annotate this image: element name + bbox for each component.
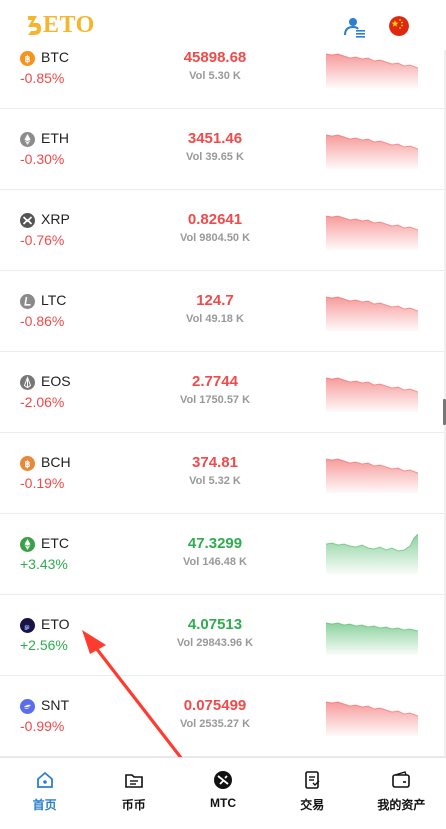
coin-price: 0.82641 [187,211,243,228]
coin-change: -0.19% [20,475,65,491]
coin-price: 0.075499 [183,697,247,714]
bitcoin-icon: ฿ [20,51,35,66]
bitcoin-cash-icon: ฿ [20,456,35,471]
coin-symbol: BTC [41,49,69,65]
coin-volume: Vol 1750.57 K [179,394,251,406]
sparkline-chart [325,370,419,412]
coin-price: 374.81 [192,454,238,471]
market-row-eto[interactable]: ௐ ETO +2.56% 4.07513 Vol 29843.96 K [0,595,446,676]
market-row-xrp[interactable]: XRP -0.76% 0.82641 Vol 9804.50 K [0,190,446,271]
sparkline-chart [325,208,419,250]
coin-volume: Vol 2535.27 K [179,718,251,730]
wallet-icon [391,770,411,790]
nav-item-home[interactable]: 首页 [0,758,89,829]
coin-volume: Vol 5.30 K [189,70,241,82]
coin-symbol: ETH [41,130,69,146]
bottom-nav: 首页 币币 MTC 交易 我的资产 [0,757,446,829]
market-row-etc[interactable]: ETC +3.43% 47.3299 Vol 146.48 K [0,514,446,595]
coin-symbol: EOS [41,373,71,389]
eto-logo[interactable]: ETO [26,9,95,41]
market-row-ltc[interactable]: LTC -0.86% 124.7 Vol 49.18 K [0,271,446,352]
nav-label: MTC [210,796,236,810]
coin-change: -0.30% [20,151,65,167]
coin-symbol: BCH [41,454,71,470]
app-frame: ฿ BTC -0.85% 45898.68 Vol 5.30 K ETH -0.30% 345… [0,0,446,829]
svg-text:ௐ: ௐ [25,624,31,631]
sparkline-chart [325,46,419,88]
ethereum-icon [20,132,35,147]
folder-icon [124,770,144,790]
coin-volume: Vol 39.65 K [186,151,244,163]
coin-symbol: SNT [41,697,69,713]
coin-price: 47.3299 [187,535,243,552]
coin-price: 2.7744 [192,373,238,390]
coin-symbol: LTC [41,292,67,308]
coin-price: 4.07513 [187,616,243,633]
sparkline-chart [325,694,419,736]
svg-text:฿: ฿ [25,54,31,64]
nav-label: 交易 [300,798,325,812]
sparkline-chart [325,532,419,574]
status-icon [20,699,35,714]
nav-item-order[interactable]: 交易 [268,758,357,829]
coin-price: 124.7 [196,292,234,309]
coin-volume: Vol 49.18 K [186,313,244,325]
coin-symbol: ETO [41,616,70,632]
sparkline-chart [325,289,419,331]
coin-symbol: XRP [41,211,70,227]
mtc-icon [213,770,233,790]
nav-item-mtc[interactable]: MTC [178,758,267,829]
litecoin-icon [20,294,35,309]
market-row-snt[interactable]: SNT -0.99% 0.075499 Vol 2535.27 K [0,676,446,757]
nav-label: 首页 [32,798,57,812]
app-header: ETO [0,0,446,50]
order-icon [302,770,322,790]
sparkline-chart [325,613,419,655]
logo-text: ETO [43,11,95,38]
coin-volume: Vol 146.48 K [183,556,247,568]
coin-change: -0.86% [20,313,65,329]
user-list-icon[interactable] [344,16,366,38]
coin-change: -0.76% [20,232,65,248]
coin-price: 45898.68 [183,49,247,66]
coin-symbol: ETC [41,535,69,551]
market-row-bch[interactable]: ฿ BCH -0.19% 374.81 Vol 5.32 K [0,433,446,514]
eto-coin-icon: ௐ [20,618,35,633]
market-row-eos[interactable]: EOS -2.06% 2.7744 Vol 1750.57 K [0,352,446,433]
coin-change: -0.85% [20,70,65,86]
coin-change: -2.06% [20,394,65,410]
svg-text:฿: ฿ [25,459,31,469]
sparkline-chart [325,127,419,169]
nav-label: 我的资产 [377,798,426,812]
coin-change: -0.99% [20,718,65,734]
nav-item-folder[interactable]: 币币 [89,758,178,829]
sparkline-chart [325,451,419,493]
coin-volume: Vol 29843.96 K [176,637,254,649]
ripple-icon [20,213,35,228]
nav-item-wallet[interactable]: 我的资产 [357,758,446,829]
market-list: ฿ BTC -0.85% 45898.68 Vol 5.30 K ETH -0.30% 345… [0,28,446,757]
coin-change: +2.56% [20,637,68,653]
market-row-eth[interactable]: ETH -0.30% 3451.46 Vol 39.65 K [0,109,446,190]
nav-label: 币币 [121,798,146,812]
logo-mark-icon [28,16,41,35]
coin-change: +3.43% [20,556,68,572]
coin-price: 3451.46 [187,130,243,147]
ethereum-classic-icon [20,537,35,552]
china-flag-icon[interactable] [389,16,409,36]
coin-volume: Vol 9804.50 K [179,232,251,244]
eos-icon [20,375,35,390]
coin-volume: Vol 5.32 K [189,475,241,487]
home-icon [35,770,55,790]
